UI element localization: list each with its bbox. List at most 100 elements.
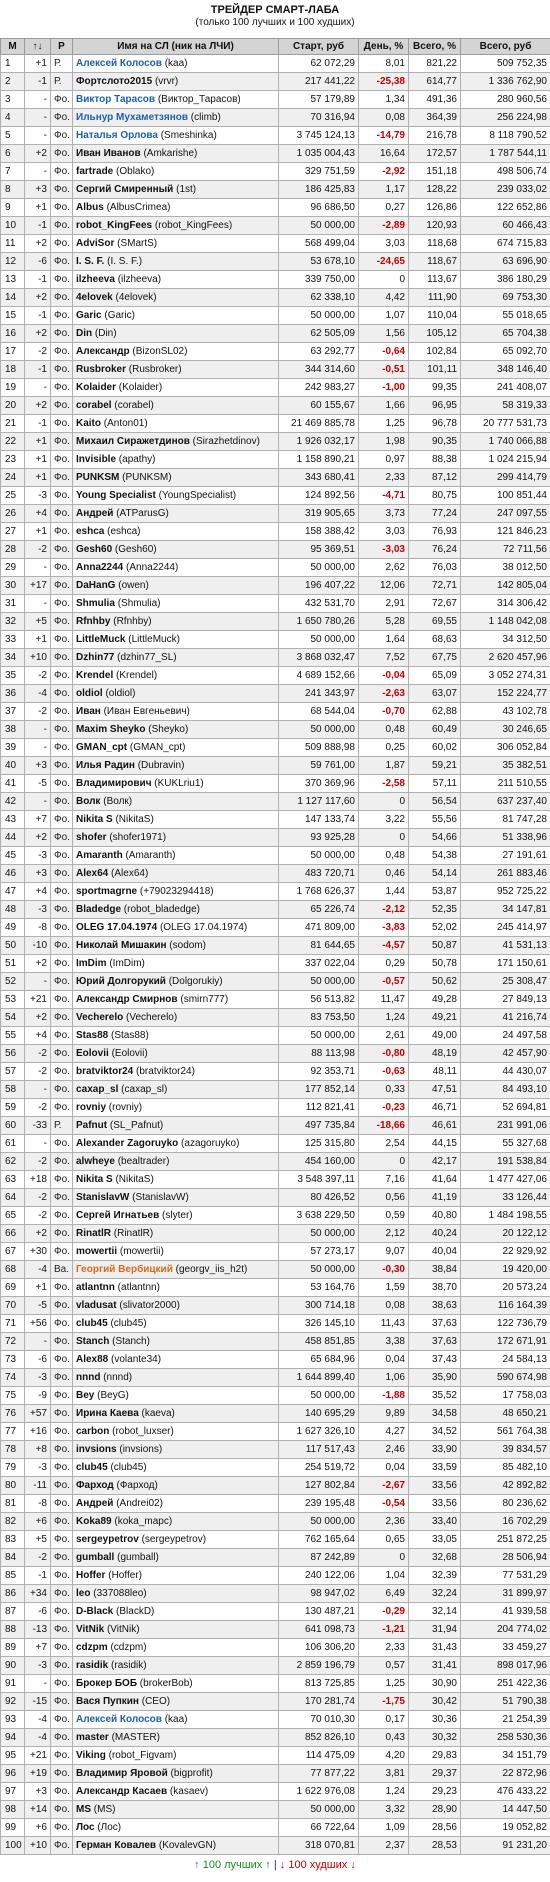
trader-nick-link[interactable]: Alex64	[76, 868, 108, 879]
trader-nick-link[interactable]: nnnd	[76, 1372, 100, 1383]
trader-nick-link[interactable]: Kaito	[76, 418, 101, 429]
trader-nick-link[interactable]: Александр Смирнов	[76, 994, 178, 1005]
trader-nick-link[interactable]: Amaranth	[76, 850, 123, 861]
trader-nick-link[interactable]: Young Specialist	[76, 490, 156, 501]
trader-nick-link[interactable]: alwheye	[76, 1156, 115, 1167]
trader-nick-link[interactable]: Алексей Колосов	[76, 1714, 162, 1725]
trader-nick-link[interactable]: oldiol	[76, 688, 103, 699]
trader-nick-link[interactable]: atlantnn	[76, 1282, 115, 1293]
trader-nick-link[interactable]: Герман Ковалев	[76, 1840, 156, 1851]
column-header-day[interactable]: День, %	[358, 38, 409, 55]
trader-nick-link[interactable]: ImDim	[76, 958, 107, 969]
trader-nick-link[interactable]: Сергий Смиренный	[76, 184, 173, 195]
trader-nick-link[interactable]: GMAN_cpt	[76, 742, 127, 753]
trader-nick-link[interactable]: Stas88	[76, 1030, 108, 1041]
trader-nick-link[interactable]: Иван Иванов	[76, 148, 141, 159]
trader-nick-link[interactable]: Сергей Игнатьев	[76, 1210, 159, 1221]
trader-nick-link[interactable]: Алексей Колосов	[76, 58, 162, 69]
trader-nick-link[interactable]: leo	[76, 1588, 90, 1599]
trader-nick-link[interactable]: Bladedge	[76, 904, 121, 915]
trader-nick-link[interactable]: D-Black	[76, 1606, 113, 1617]
trader-nick-link[interactable]: Pafnut	[76, 1120, 107, 1131]
trader-nick-link[interactable]: AdviSor	[76, 238, 114, 249]
trader-nick-link[interactable]: Anna2244	[76, 562, 123, 573]
trader-nick-link[interactable]: Лос	[76, 1822, 95, 1833]
trader-nick-link[interactable]: сахар_sl	[76, 1084, 118, 1095]
trader-nick-link[interactable]: MS	[76, 1804, 91, 1815]
trader-nick-link[interactable]: Shmulia	[76, 598, 115, 609]
trader-nick-link[interactable]: OLEG 17.04.1974	[76, 922, 157, 933]
trader-nick-link[interactable]: Фарход	[76, 1480, 114, 1491]
trader-nick-link[interactable]: Invisible	[76, 454, 116, 465]
trader-nick-link[interactable]: VitNik	[76, 1624, 104, 1635]
trader-nick-link[interactable]: bratviktor24	[76, 1066, 133, 1077]
trader-nick-link[interactable]: Din	[76, 328, 92, 339]
trader-nick-link[interactable]: Александр	[76, 346, 130, 357]
trader-nick-link[interactable]: carbon	[76, 1426, 109, 1437]
trader-nick-link[interactable]: rovniy	[76, 1102, 106, 1113]
trader-nick-link[interactable]: Dzhin77	[76, 652, 114, 663]
trader-nick-link[interactable]: Брокер БОБ	[76, 1678, 137, 1689]
trader-nick-link[interactable]: master	[76, 1732, 109, 1743]
trader-nick-link[interactable]: DaHanG	[76, 580, 115, 591]
column-header-market[interactable]: Р	[50, 38, 73, 55]
trader-nick-link[interactable]: shofer	[76, 832, 107, 843]
column-header-name[interactable]: Имя на СЛ (ник на ЛЧИ)	[72, 38, 279, 55]
trader-nick-link[interactable]: Александр Касаев	[76, 1786, 167, 1797]
trader-nick-link[interactable]: invsions	[76, 1444, 117, 1455]
trader-nick-link[interactable]: Nikita S	[76, 814, 113, 825]
trader-nick-link[interactable]: Bey	[76, 1390, 94, 1401]
trader-nick-link[interactable]: I. S. F.	[76, 256, 104, 267]
trader-nick-link[interactable]: Иван	[76, 706, 101, 717]
trader-nick-link[interactable]: Koka89	[76, 1516, 112, 1527]
trader-nick-link[interactable]: mowertii	[76, 1246, 117, 1257]
trader-nick-link[interactable]: corabel	[76, 400, 112, 411]
trader-nick-link[interactable]: Gesh60	[76, 544, 112, 555]
trader-nick-link[interactable]: Vecherelo	[76, 1012, 123, 1023]
trader-nick-link[interactable]: cdzpm	[76, 1642, 108, 1653]
trader-nick-link[interactable]: Михаил Сиражетдинов	[76, 436, 190, 447]
trader-nick-link[interactable]: StanislavW	[76, 1192, 129, 1203]
trader-nick-link[interactable]: Stanch	[76, 1336, 109, 1347]
column-header-total-rub[interactable]: Всего, руб	[460, 38, 550, 55]
column-header-change[interactable]: ↑↓	[24, 38, 51, 55]
trader-nick-link[interactable]: 4elovek	[76, 292, 113, 303]
trader-nick-link[interactable]: Viking	[76, 1750, 106, 1761]
trader-nick-link[interactable]: Георгий Вербицкий	[76, 1264, 173, 1275]
trader-nick-link[interactable]: sergeypetrov	[76, 1534, 139, 1545]
trader-nick-link[interactable]: Albus	[76, 202, 104, 213]
trader-nick-link[interactable]: Krendel	[76, 670, 113, 681]
trader-nick-link[interactable]: club45	[76, 1462, 108, 1473]
trader-nick-link[interactable]: Rfnhby	[76, 616, 110, 627]
trader-nick-link[interactable]: Фортслото2015	[76, 76, 152, 87]
trader-nick-link[interactable]: Garic	[76, 310, 102, 321]
trader-nick-link[interactable]: eshca	[76, 526, 104, 537]
trader-nick-link[interactable]: vladusat	[76, 1300, 117, 1311]
trader-nick-link[interactable]: Maxim Sheyko	[76, 724, 145, 735]
trader-nick-link[interactable]: Виктор Тарасов	[76, 94, 155, 105]
trader-nick-link[interactable]: ilzheeva	[76, 274, 115, 285]
column-header-total-pct[interactable]: Всего, %	[408, 38, 461, 55]
trader-nick-link[interactable]: RinatlR	[76, 1228, 111, 1239]
trader-nick-link[interactable]: Ирина Каева	[76, 1408, 139, 1419]
trader-nick-link[interactable]: Ильнур Мухаметзянов	[76, 112, 188, 123]
trader-nick-link[interactable]: gumball	[76, 1552, 114, 1563]
trader-nick-link[interactable]: Eolovii	[76, 1048, 109, 1059]
trader-nick-link[interactable]: Владимирович	[76, 778, 152, 789]
trader-nick-link[interactable]: Вася Пупкин	[76, 1696, 139, 1707]
trader-nick-link[interactable]: fartrade	[76, 166, 113, 177]
best-100-link[interactable]: ↑ 100 лучших ↑	[194, 1859, 271, 1871]
trader-nick-link[interactable]: Юрий Долгорукий	[76, 976, 166, 987]
trader-nick-link[interactable]: Наталья Орлова	[76, 130, 158, 141]
trader-nick-link[interactable]: Андрей	[76, 1498, 113, 1509]
trader-nick-link[interactable]: LittleMuck	[76, 634, 125, 645]
trader-nick-link[interactable]: Владимир Яровой	[76, 1768, 168, 1779]
trader-nick-link[interactable]: Alex88	[76, 1354, 108, 1365]
trader-nick-link[interactable]: Nikita S	[76, 1174, 113, 1185]
trader-nick-link[interactable]: Rusbroker	[76, 364, 126, 375]
trader-nick-link[interactable]: Hoffer	[76, 1570, 105, 1581]
trader-nick-link[interactable]: PUNKSM	[76, 472, 119, 483]
column-header-start[interactable]: Старт, руб	[278, 38, 359, 55]
worst-100-link[interactable]: ↓ 100 худших ↓	[280, 1859, 356, 1871]
trader-nick-link[interactable]: club45	[76, 1318, 108, 1329]
